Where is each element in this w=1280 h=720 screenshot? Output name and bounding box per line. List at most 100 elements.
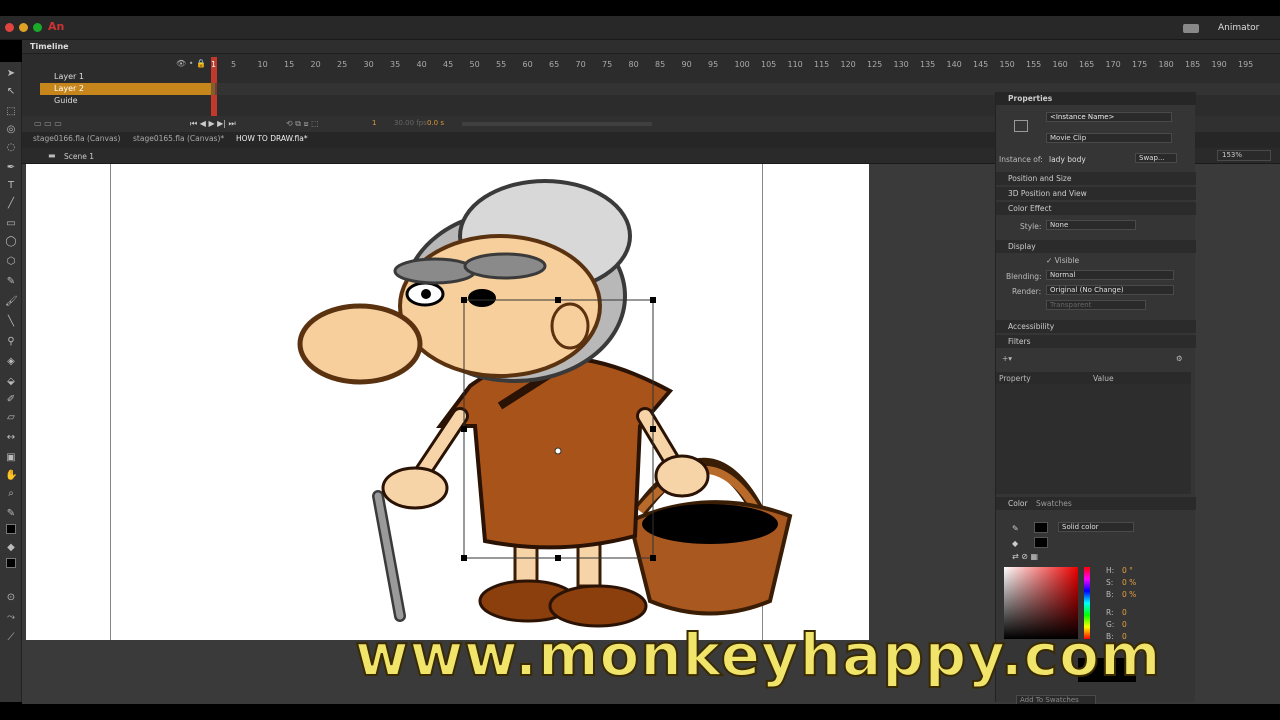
render-select[interactable]: Original (No Change) [1046, 285, 1174, 295]
selection-tool-icon[interactable]: ➤ [5, 68, 17, 80]
oval-tool-icon[interactable]: ◯ [5, 236, 17, 248]
width-tool-icon[interactable]: ↔ [5, 432, 17, 444]
layer-visibility-icons[interactable]: 👁 • 🔒 [176, 59, 206, 68]
add-filter-icon[interactable]: +▾ [1002, 354, 1012, 363]
section-3d-position[interactable]: 3D Position and View [996, 187, 1196, 200]
fill-icon[interactable]: ◆ [1012, 539, 1018, 548]
r-value[interactable]: 0 [1122, 608, 1127, 617]
doc-tab[interactable]: stage0166.fla (Canvas) [33, 134, 120, 143]
blending-select[interactable]: Normal [1046, 270, 1174, 280]
rectangle-tool-icon[interactable]: ▭ [5, 218, 17, 230]
transparent-select[interactable]: Transparent [1046, 300, 1146, 310]
swap-button[interactable]: Swap... [1135, 153, 1177, 163]
onion-skin-icon[interactable]: ⟲ ⧉ ⧈ ⬚ [286, 119, 319, 129]
frame-number: 60 [522, 60, 533, 69]
stroke-swatch[interactable] [1034, 522, 1048, 533]
smooth-icon[interactable]: ⤳ [5, 612, 17, 624]
frame-number: 185 [1185, 60, 1201, 69]
fill-swatch[interactable] [1034, 537, 1048, 548]
fill-color-icon[interactable]: ◆ [5, 542, 17, 554]
zoom-tool-icon[interactable]: ⌕ [5, 488, 17, 500]
paint-brush-tool-icon[interactable]: ╲ [5, 316, 17, 328]
stroke-color-icon[interactable]: ✎ [5, 508, 17, 520]
camera-tool-icon[interactable]: ▣ [5, 452, 17, 464]
eraser-tool-icon[interactable]: ▱ [5, 412, 17, 424]
frame-number: 90 [681, 60, 692, 69]
app-bar [0, 16, 1280, 40]
section-filters[interactable]: Filters [996, 335, 1196, 348]
straighten-icon[interactable]: ⟋ [5, 632, 17, 644]
workspace-switcher[interactable]: Animator [1218, 23, 1259, 33]
minimize-window-icon[interactable] [19, 23, 28, 32]
doc-tab-active[interactable]: HOW TO DRAW.fla* [236, 134, 308, 143]
scene-name[interactable]: Scene 1 [64, 152, 94, 161]
3d-rotation-tool-icon[interactable]: ◎ [5, 124, 17, 136]
doc-tab[interactable]: stage0165.fla (Canvas)* [133, 134, 224, 143]
brush-tool-icon[interactable]: 🖌 [5, 296, 18, 308]
paint-bucket-tool-icon[interactable]: ◈ [5, 356, 17, 368]
frame-number: 175 [1132, 60, 1148, 69]
layer-row[interactable]: Guide [40, 95, 215, 107]
head [297, 179, 632, 385]
free-transform-tool-icon[interactable]: ⬚ [5, 106, 17, 118]
pen-tool-icon[interactable]: ✒ [5, 162, 17, 174]
style-select[interactable]: None [1046, 220, 1136, 230]
instance-name-input[interactable]: <Instance Name> [1046, 112, 1172, 122]
lasso-tool-icon[interactable]: ◌ [5, 142, 17, 154]
filter-options-icon[interactable]: ⚙ [1176, 354, 1183, 363]
frame-number: 45 [443, 60, 454, 69]
playback-controls[interactable]: ⏮ ◀ ▶ ▶| ⏭ [190, 119, 236, 129]
frame-number: 5 [231, 60, 237, 69]
s-value[interactable]: 0 % [1122, 578, 1136, 587]
filter-list[interactable] [996, 384, 1191, 494]
snap-icon[interactable]: ⊙ [5, 592, 17, 604]
layer-row[interactable]: Layer 1 [40, 71, 215, 83]
current-frame[interactable]: 1 [372, 119, 376, 127]
zoom-select[interactable]: 153% [1217, 150, 1271, 161]
fill-type-select[interactable]: Solid color [1058, 522, 1134, 532]
symbol-type-select[interactable]: Movie Clip [1046, 133, 1172, 143]
b-value[interactable]: 0 % [1122, 590, 1136, 599]
swap-colors-icon[interactable]: ⇄ ⊘ ▦ [1012, 552, 1038, 561]
close-window-icon[interactable] [5, 23, 14, 32]
new-layer-icon[interactable]: ▭ ▭ ▭ [34, 119, 62, 128]
polystar-tool-icon[interactable]: ⬡ [5, 256, 17, 268]
properties-title[interactable]: Properties [996, 92, 1196, 105]
layer-name: Layer 2 [54, 84, 84, 93]
bone-tool-icon[interactable]: ⚲ [5, 336, 17, 348]
visible-checkbox[interactable]: ✓ Visible [1046, 256, 1079, 265]
timeline-scrollbar[interactable] [462, 122, 652, 126]
frame-number: 15 [284, 60, 295, 69]
hand-tool-icon[interactable]: ✋ [5, 470, 17, 482]
frame-number: 110 [787, 60, 803, 69]
eyedropper-tool-icon[interactable]: ✐ [5, 394, 17, 406]
pencil-tool-icon[interactable]: ✎ [5, 276, 17, 288]
tab-color[interactable]: Color [1008, 499, 1028, 508]
time-display[interactable]: 0.0 s [427, 119, 444, 127]
tab-swatches[interactable]: Swatches [1036, 499, 1072, 508]
workspace-icon[interactable] [1183, 24, 1199, 33]
h-value[interactable]: 0 ° [1122, 566, 1133, 575]
frame-number: 105 [761, 60, 777, 69]
fill-color-swatch[interactable] [6, 558, 16, 568]
old-lady-character[interactable] [290, 176, 800, 636]
app-logo: An [48, 20, 65, 33]
layer-row-selected[interactable]: Layer 2 [40, 83, 215, 95]
section-color-effect[interactable]: Color Effect [996, 202, 1196, 215]
fps-display[interactable]: 30.00 fps [394, 119, 427, 127]
legs-and-feet [478, 534, 648, 628]
text-tool-icon[interactable]: T [5, 180, 17, 192]
section-position-size[interactable]: Position and Size [996, 172, 1196, 185]
section-display[interactable]: Display [996, 240, 1196, 253]
frame-number: 165 [1079, 60, 1095, 69]
ink-bottle-tool-icon[interactable]: ⬙ [5, 376, 17, 388]
maximize-window-icon[interactable] [33, 23, 42, 32]
stroke-icon[interactable]: ✎ [1012, 524, 1019, 533]
timeline-title[interactable]: Timeline [30, 42, 69, 51]
line-tool-icon[interactable]: ╱ [5, 198, 17, 210]
frame-number: 145 [973, 60, 989, 69]
stroke-color-swatch[interactable] [6, 524, 16, 534]
section-accessibility[interactable]: Accessibility [996, 320, 1196, 333]
subselection-tool-icon[interactable]: ↖ [5, 86, 17, 98]
tools-panel: ➤ ↖ ⬚ ◎ ◌ ✒ T ╱ ▭ ◯ ⬡ ✎ 🖌 ╲ ⚲ ◈ ⬙ ✐ ▱ ↔ … [0, 62, 22, 702]
